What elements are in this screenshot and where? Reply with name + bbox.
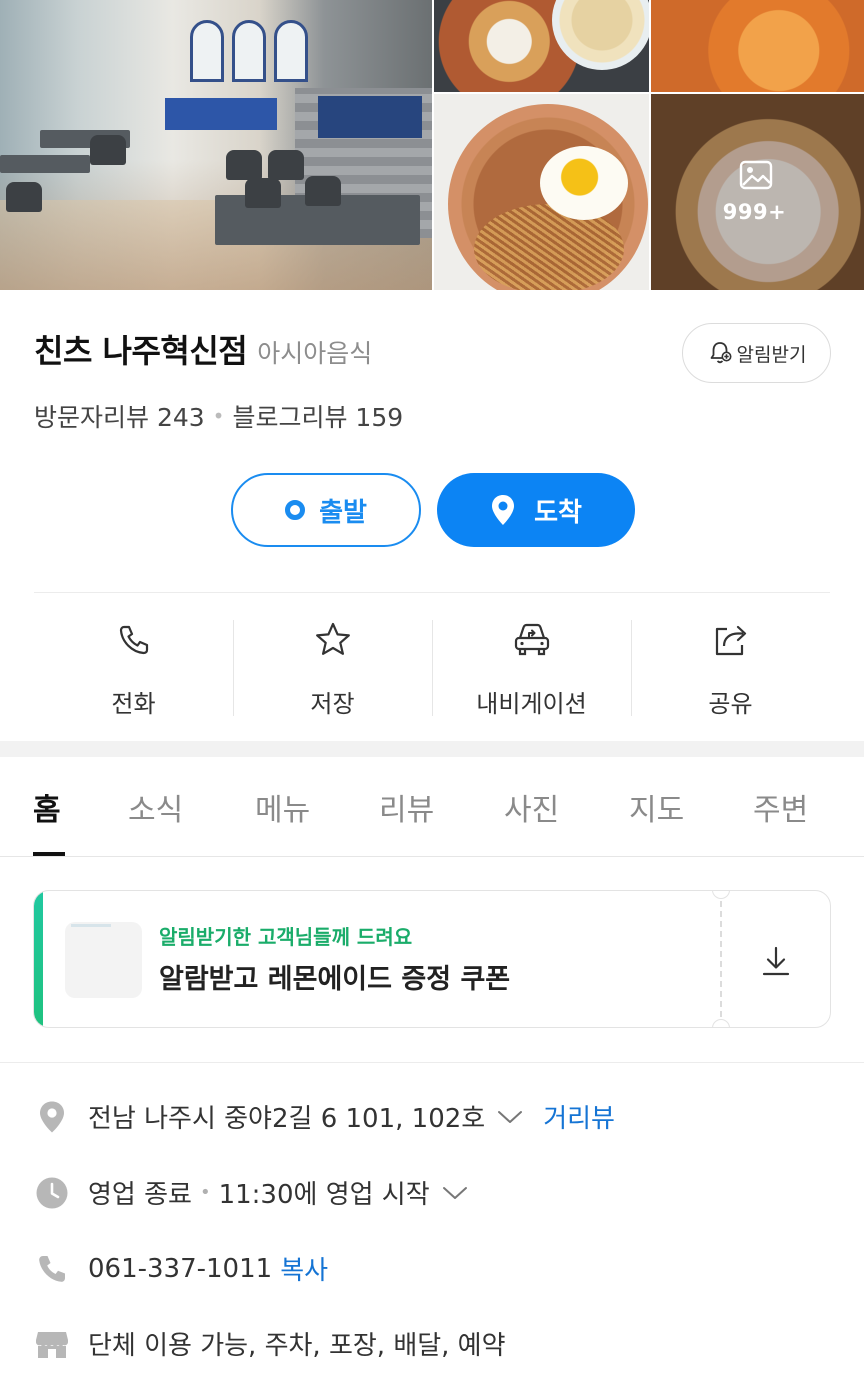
coupon-thumbnail: [65, 922, 142, 998]
share-label: 공유: [708, 690, 753, 718]
store-icon: [36, 1331, 68, 1358]
tab-reviews[interactable]: 리뷰: [379, 785, 434, 829]
notify-label: 알림받기: [736, 343, 807, 366]
tab-home[interactable]: 홈: [33, 785, 61, 829]
more-photos-overlay[interactable]: 999+: [651, 94, 864, 290]
food-photo-fried-noodles-egg[interactable]: [434, 94, 649, 290]
coupon-notch: [712, 1019, 730, 1027]
dining-table: [0, 155, 90, 173]
save-action[interactable]: 저장: [233, 612, 432, 722]
food-photo-rice-curry[interactable]: [434, 0, 649, 92]
location-pin-icon: [492, 495, 515, 525]
arrive-label: 도착: [534, 497, 582, 528]
quick-actions: 전화 저장 내비게이션 공유: [34, 612, 830, 722]
share-icon: [715, 625, 746, 656]
tab-map[interactable]: 지도: [629, 785, 684, 829]
phone-icon: [119, 625, 148, 655]
location-pin-icon: [40, 1101, 64, 1132]
visitor-reviews-link[interactable]: 방문자리뷰 243: [34, 398, 205, 434]
chair: [268, 150, 304, 180]
coupon-notch: [712, 891, 730, 899]
section-divider: [0, 741, 864, 757]
coupon-perforation: [720, 891, 722, 1027]
active-tab-indicator: [33, 852, 65, 856]
photo-gallery[interactable]: 999+: [0, 0, 864, 290]
chair: [90, 135, 126, 165]
chevron-down-icon[interactable]: [442, 1185, 468, 1201]
chair: [305, 176, 341, 206]
navigation-action[interactable]: 내비게이션: [432, 612, 631, 722]
download-icon[interactable]: [756, 941, 796, 981]
navigation-label: 내비게이션: [476, 690, 587, 718]
chair: [6, 182, 42, 212]
window-arch: [190, 20, 224, 82]
street-view-link[interactable]: 거리뷰: [543, 1098, 615, 1135]
chair: [245, 178, 281, 208]
save-label: 저장: [310, 690, 355, 718]
chevron-down-icon[interactable]: [497, 1109, 523, 1125]
review-counts: 방문자리뷰 243 • 블로그리뷰 159: [34, 398, 403, 434]
start-button[interactable]: 출발: [231, 473, 421, 547]
more-photos-count: 999+: [722, 200, 787, 224]
tab-nearby[interactable]: 주변: [753, 785, 808, 829]
divider: [0, 1062, 864, 1063]
notify-button[interactable]: 알림받기: [682, 323, 831, 383]
tab-bar: 홈 소식 메뉴 리뷰 사진 지도 주변: [0, 757, 864, 857]
blog-reviews-link[interactable]: 블로그리뷰 159: [232, 398, 403, 434]
tab-menu[interactable]: 메뉴: [255, 785, 310, 829]
coupon-card[interactable]: 알림받기한 고객님들께 드려요 알람받고 레몬에이드 증정 쿠폰: [33, 890, 831, 1028]
origin-dot-icon: [285, 500, 306, 520]
place-category: 아시아음식: [257, 339, 373, 368]
start-label: 출발: [319, 497, 367, 528]
car-navigation-icon: [514, 623, 549, 656]
hours-next-open: 11:30에 영업 시작: [218, 1180, 430, 1210]
phone-number[interactable]: 061-337-1011: [88, 1254, 272, 1284]
separator-dot: •: [212, 404, 225, 428]
clock-icon: [36, 1177, 68, 1208]
call-action[interactable]: 전화: [34, 612, 233, 722]
coupon-subtitle: 알림받기한 고객님들께 드려요: [159, 925, 413, 949]
star-icon: [315, 622, 350, 655]
noodle-bowl: [552, 0, 649, 70]
share-action[interactable]: 공유: [631, 612, 830, 722]
route-buttons: 출발 도착: [231, 473, 635, 547]
coupon-title: 알람받고 레몬에이드 증정 쿠폰: [159, 964, 511, 995]
restaurant-interior-photo[interactable]: [0, 0, 432, 290]
tab-news[interactable]: 소식: [128, 785, 183, 829]
image-icon: [739, 160, 772, 190]
coupon-accent-bar: [34, 891, 43, 1027]
window-arch: [274, 20, 308, 82]
copy-phone-link[interactable]: 복사: [280, 1250, 328, 1287]
phone-row: 061-337-1011 복사: [34, 1250, 328, 1287]
fried-egg: [540, 146, 628, 220]
facilities-text: 단체 이용 가능, 주차, 포장, 배달, 예약: [88, 1331, 506, 1361]
place-title-row: 친츠 나주혁신점 아시아음식: [34, 326, 372, 372]
hours-status: 영업 종료: [88, 1180, 192, 1210]
divider: [34, 592, 830, 593]
wall-sign: [318, 96, 422, 138]
address-row: 전남 나주시 중야2길 6 101, 102호 거리뷰: [34, 1098, 615, 1135]
phone-icon: [39, 1255, 65, 1282]
call-label: 전화: [111, 690, 156, 718]
place-name: 친츠 나주혁신점: [34, 332, 248, 370]
hours-row: 영업 종료 • 11:30에 영업 시작: [34, 1174, 468, 1211]
separator-dot: •: [199, 1182, 211, 1203]
blue-counter: [165, 98, 277, 130]
food-photo-fried-shrimp[interactable]: [651, 0, 864, 92]
chair: [226, 150, 262, 180]
facilities-row: 단체 이용 가능, 주차, 포장, 배달, 예약: [34, 1325, 506, 1362]
address-text: 전남 나주시 중야2길 6 101, 102호: [88, 1104, 486, 1134]
window-arch: [232, 20, 266, 82]
tab-photos[interactable]: 사진: [504, 785, 559, 829]
arrive-button[interactable]: 도착: [437, 473, 635, 547]
bell-plus-icon: [710, 342, 732, 364]
